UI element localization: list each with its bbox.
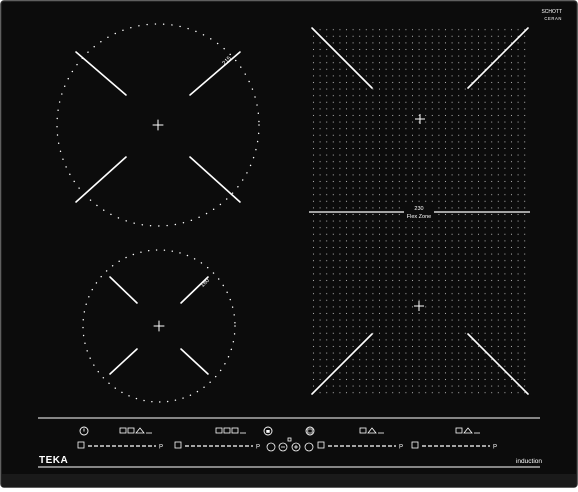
glass-brand-line1: SCHOTT [541, 9, 562, 15]
brand-logo: TEKA [39, 455, 68, 466]
slider-zone2-plus: P [256, 445, 260, 451]
panel-bottom-edge [2, 474, 576, 487]
glass-brand-line2: CERAN [544, 16, 562, 21]
flex-zone-label: Flex Zone [407, 214, 431, 220]
slider-zone4-plus: P [493, 445, 497, 451]
induction-hob: SCHOTT CERAN 215 160 230 Flex Zone P P P… [0, 0, 578, 488]
slider-zone3-plus: P [399, 445, 403, 451]
technology-label: induction [516, 458, 542, 465]
flex-zone-size: 230 [414, 206, 423, 212]
slider-zone1-plus: P [159, 445, 163, 451]
